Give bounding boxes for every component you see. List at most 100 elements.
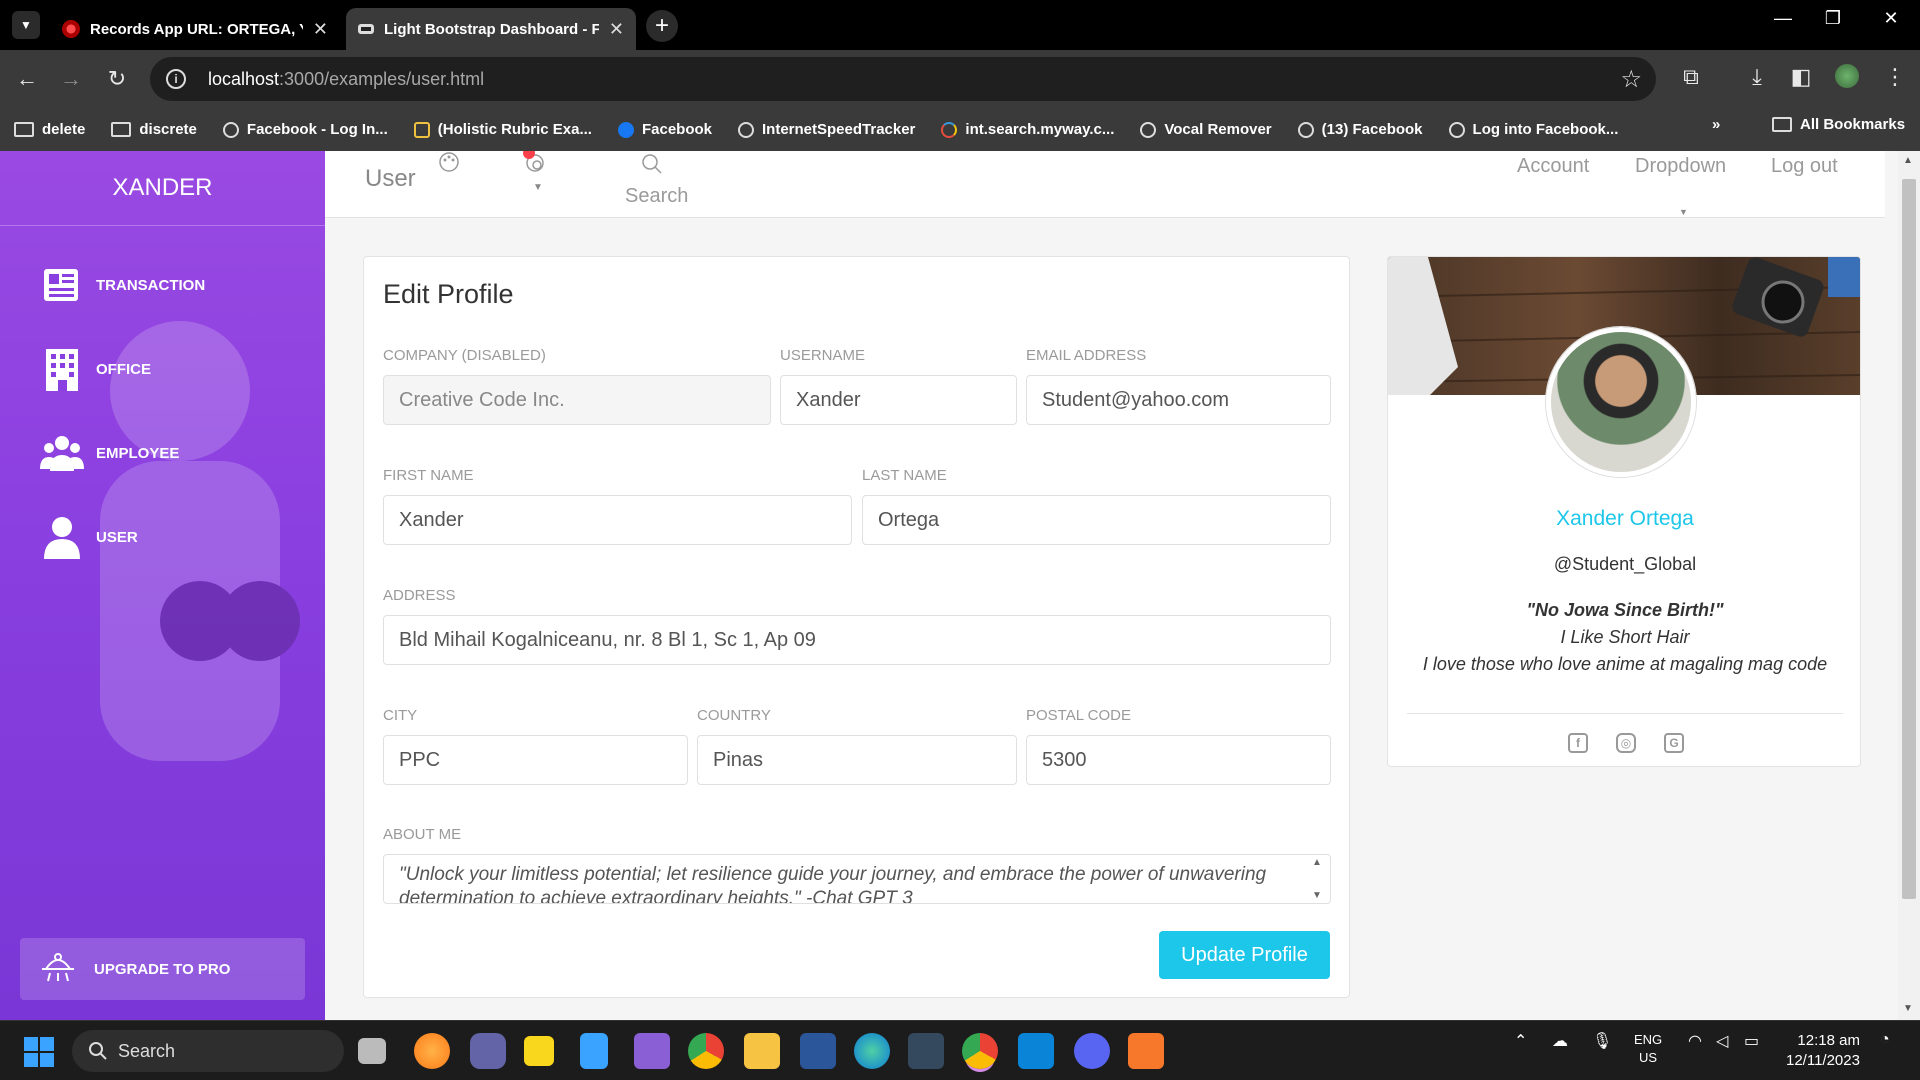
sidebar-item-employee[interactable]: EMPLOYEE — [40, 431, 179, 475]
user-icon — [40, 515, 84, 559]
last-name-input[interactable] — [862, 495, 1331, 545]
menu-icon[interactable]: ⋮ — [1880, 64, 1910, 90]
google-plus-icon[interactable]: G — [1664, 733, 1684, 753]
profile-bio: "No Jowa Since Birth!" I Like Short Hair… — [1388, 597, 1860, 678]
username-label: Username — [780, 347, 866, 364]
word-icon[interactable] — [800, 1033, 836, 1069]
navbar-brand[interactable]: User — [365, 165, 416, 193]
facebook-icon[interactable]: f — [1568, 733, 1588, 753]
city-input[interactable] — [383, 735, 688, 785]
page-scrollbar[interactable]: ▲ ▼ — [1898, 151, 1920, 1020]
scroll-up-icon[interactable]: ▲ — [1903, 155, 1913, 166]
tab-search-button[interactable]: ▼ — [12, 11, 40, 39]
country-input[interactable] — [697, 735, 1017, 785]
bookmark-item[interactable]: delete — [14, 121, 85, 138]
bookmark-item[interactable]: (13) Facebook — [1297, 121, 1423, 138]
navbar-search-link[interactable]: Search — [625, 185, 688, 208]
close-tab-icon[interactable]: ✕ — [313, 19, 328, 40]
side-panel-icon[interactable]: ◧ — [1786, 64, 1816, 90]
profile-avatar[interactable] — [1832, 64, 1862, 94]
about-me-textarea[interactable]: "Unlock your limitless potential; let re… — [383, 854, 1331, 904]
dropdown-link[interactable]: Dropdown — [1635, 155, 1726, 178]
postal-code-input[interactable] — [1026, 735, 1331, 785]
company-input[interactable] — [383, 375, 771, 425]
forward-icon[interactable]: → — [56, 64, 86, 94]
minimize-icon[interactable]: — — [1768, 8, 1798, 29]
bookmark-item[interactable]: InternetSpeedTracker — [738, 121, 915, 138]
discord-icon[interactable] — [1074, 1033, 1110, 1069]
close-window-icon[interactable]: ✕ — [1876, 8, 1906, 29]
notepad-icon[interactable] — [580, 1033, 608, 1069]
folder-icon — [14, 122, 34, 137]
bookmark-item[interactable]: int.search.myway.c... — [941, 121, 1114, 138]
battery-icon[interactable]: ▭ — [1744, 1031, 1759, 1051]
sidebar-brand[interactable]: XANDER — [0, 151, 325, 226]
close-tab-icon[interactable]: ✕ — [609, 19, 624, 40]
site-info-icon[interactable]: i — [166, 69, 186, 89]
browser-tab-active[interactable]: Light Bootstrap Dashboard - Fr ✕ — [346, 8, 636, 50]
profile-name[interactable]: Xander Ortega — [1388, 507, 1860, 531]
download-icon[interactable]: ⤓ — [1742, 64, 1772, 90]
new-tab-button[interactable]: + — [646, 10, 678, 42]
edge-icon[interactable] — [854, 1033, 890, 1069]
user-profile-card: Xander Ortega @Student_Global "No Jowa S… — [1387, 256, 1861, 767]
address-input[interactable] — [383, 615, 1331, 665]
email-input[interactable] — [1026, 375, 1331, 425]
all-bookmarks-button[interactable]: All Bookmarks — [1772, 116, 1905, 133]
notifications-icon[interactable]: ▼ — [523, 151, 547, 193]
vscode-icon[interactable] — [1018, 1033, 1054, 1069]
taskbar-search[interactable]: Search — [72, 1030, 344, 1072]
extensions-icon[interactable]: ⧉ — [1676, 64, 1706, 90]
task-view-icon[interactable] — [358, 1038, 386, 1064]
region-code: US — [1639, 1050, 1658, 1065]
sidebar-item-office[interactable]: OFFICE — [40, 347, 151, 391]
app-icon[interactable] — [908, 1033, 944, 1069]
search-icon[interactable] — [641, 153, 663, 180]
instagram-icon[interactable]: ◎ — [1616, 733, 1636, 753]
upgrade-label: UPGRADE TO PRO — [94, 960, 231, 978]
sticky-notes-icon[interactable] — [524, 1036, 554, 1066]
sidebar-item-transaction[interactable]: TRANSACTION — [40, 263, 205, 307]
weather-app-icon[interactable] — [414, 1033, 450, 1069]
volume-icon[interactable]: ◁ — [1716, 1031, 1728, 1051]
browser-tab[interactable]: Records App URL: ORTEGA, Yu ✕ — [50, 8, 340, 50]
username-input[interactable] — [780, 375, 1017, 425]
file-explorer-icon[interactable] — [744, 1033, 780, 1069]
address-bar[interactable]: i localhost:3000/examples/user.html ☆ — [150, 57, 1656, 101]
taskbar-search-label: Search — [118, 1040, 176, 1061]
bookmark-item[interactable]: (Holistic Rubric Exa... — [413, 121, 592, 138]
taskbar-clock[interactable]: 12:18 am 12/11/2023 — [1786, 1031, 1860, 1071]
upgrade-to-pro-button[interactable]: UPGRADE TO PRO — [20, 938, 305, 1000]
chrome-active-icon[interactable] — [962, 1033, 998, 1069]
teams-icon[interactable] — [470, 1033, 506, 1069]
language-indicator[interactable]: ENG US — [1634, 1031, 1662, 1067]
account-link[interactable]: Account — [1517, 155, 1589, 178]
first-name-label: First Name — [383, 467, 474, 484]
notifications-bell-icon[interactable]: ◔ — [1880, 1031, 1890, 1049]
wifi-icon[interactable]: ◠ — [1688, 1031, 1702, 1051]
xampp-icon[interactable] — [1128, 1033, 1164, 1069]
chevron-up-icon[interactable]: ⌃ — [1514, 1031, 1527, 1051]
bookmark-star-icon[interactable]: ☆ — [1620, 65, 1642, 94]
microphone-icon[interactable]: 🎙 — [1592, 1031, 1612, 1051]
sidebar-item-user[interactable]: USER — [40, 515, 138, 559]
bookmark-item[interactable]: Log into Facebook... — [1448, 121, 1618, 138]
textarea-scrollbar[interactable]: ▲ ▼ — [1308, 857, 1326, 901]
windows-start-icon[interactable] — [24, 1037, 54, 1067]
update-profile-button[interactable]: Update Profile — [1159, 931, 1330, 979]
scroll-down-icon[interactable]: ▼ — [1903, 1003, 1913, 1014]
bookmark-item[interactable]: Facebook - Log In... — [222, 121, 388, 138]
scrollbar-thumb[interactable] — [1902, 179, 1916, 899]
bookmark-item[interactable]: Facebook — [617, 121, 712, 138]
palette-icon[interactable] — [438, 151, 460, 178]
reload-icon[interactable]: ↻ — [102, 64, 132, 94]
first-name-input[interactable] — [383, 495, 852, 545]
cloud-icon[interactable]: ☁ — [1552, 1031, 1568, 1051]
restore-icon[interactable]: ❐ — [1818, 8, 1848, 29]
bookmark-item[interactable]: discrete — [111, 121, 197, 138]
bookmark-item[interactable]: Vocal Remover — [1140, 121, 1272, 138]
visual-studio-icon[interactable] — [634, 1033, 670, 1069]
logout-link[interactable]: Log out — [1771, 155, 1838, 178]
chrome-icon[interactable] — [688, 1033, 724, 1069]
back-icon[interactable]: ← — [12, 64, 42, 94]
